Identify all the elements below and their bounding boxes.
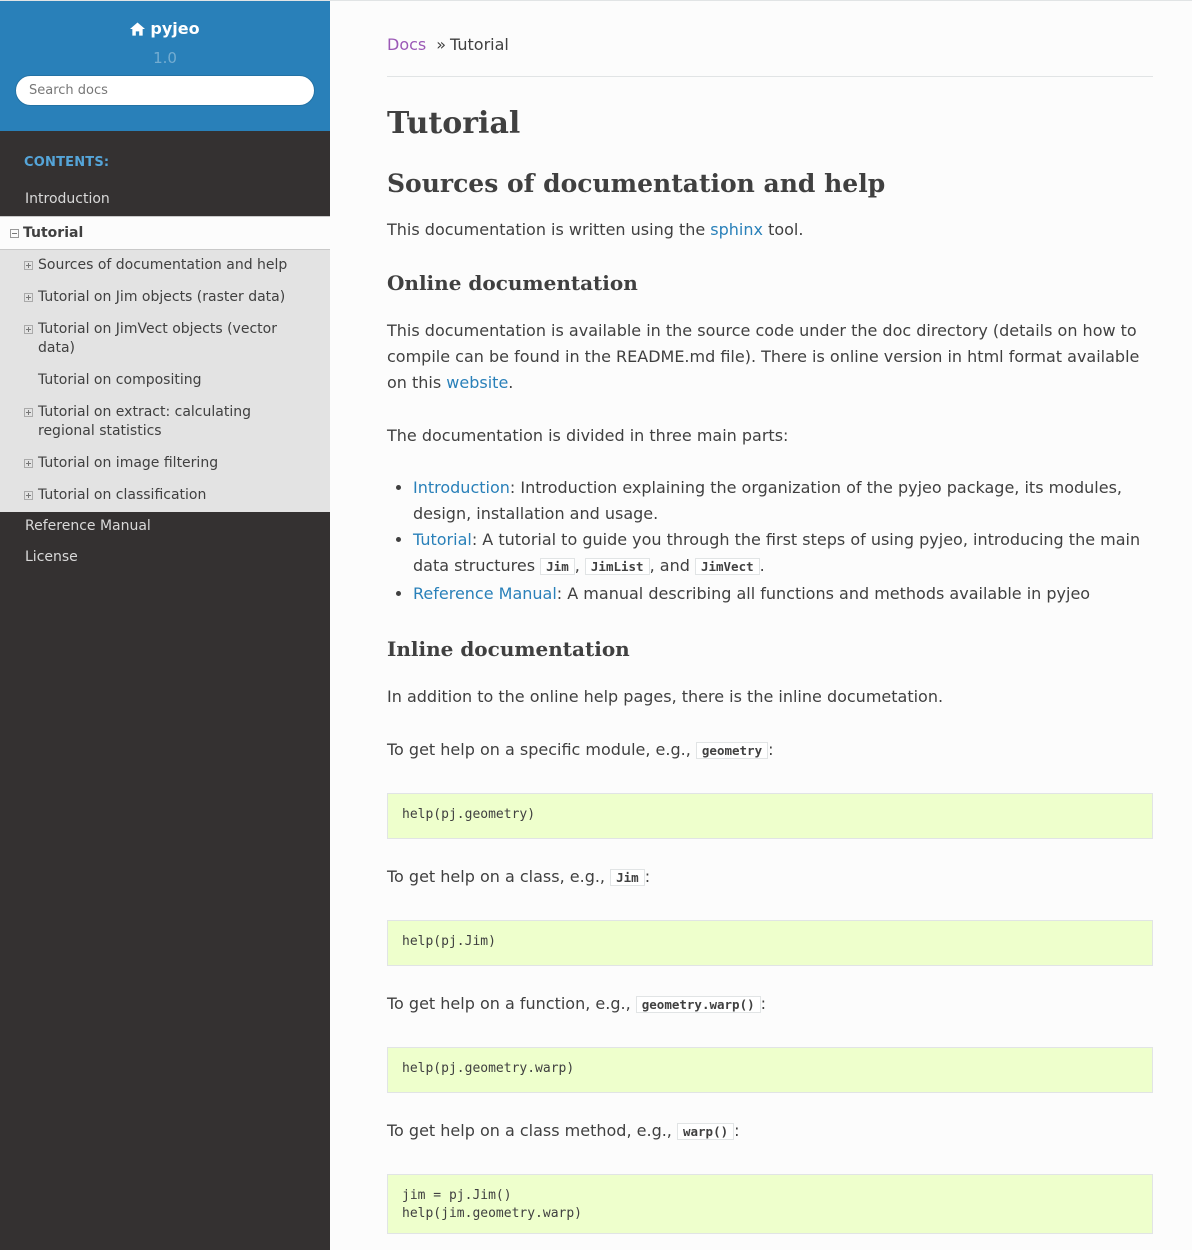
- code-block: help(pj.Jim): [387, 920, 1153, 966]
- sidebar-subitem-label: Tutorial on classification: [38, 487, 207, 503]
- introduction-link[interactable]: Introduction: [413, 478, 510, 497]
- tutorial-link[interactable]: Tutorial: [413, 530, 472, 549]
- expand-icon[interactable]: [24, 408, 33, 417]
- inline-doc-heading: Inline documentation: [387, 637, 630, 661]
- inline-code: Jim: [540, 558, 575, 575]
- sidebar-subitem-compositing[interactable]: Tutorial on compositing: [0, 365, 330, 397]
- sidebar-item-license[interactable]: License: [0, 543, 330, 574]
- breadcrumb-separator: »: [436, 35, 447, 54]
- sidebar-current-section: Tutorial Sources of documentation and he…: [0, 216, 330, 512]
- sidebar: pyjeo 1.0 CONTENTS: Introduction Tutoria…: [0, 0, 330, 1250]
- website-link[interactable]: website: [446, 373, 508, 392]
- inline-code: geometry: [695, 742, 769, 759]
- sidebar-subitem-filtering[interactable]: Tutorial on image filtering: [0, 448, 330, 480]
- expand-icon[interactable]: [24, 491, 33, 500]
- inline-code: JimVect: [694, 558, 760, 575]
- breadcrumb: Docs » Tutorial: [387, 34, 1153, 77]
- list-item: Tutorial: A tutorial to guide you throug…: [413, 527, 1153, 580]
- inline-code: warp(): [676, 1123, 735, 1140]
- breadcrumb-docs-link[interactable]: Docs: [387, 35, 426, 54]
- sidebar-item-introduction[interactable]: Introduction: [0, 182, 330, 216]
- code-block: jim = pj.Jim() help(jim.geometry.warp): [387, 1174, 1153, 1234]
- sidebar-subitem-label: Sources of documentation and help: [38, 257, 288, 273]
- doc-parts-list: Introduction: Introduction explaining th…: [387, 475, 1153, 607]
- sphinx-link[interactable]: sphinx: [710, 220, 763, 239]
- parts-intro-paragraph: The documentation is divided in three ma…: [387, 426, 789, 445]
- method-help-paragraph: To get help on a class method, e.g., war…: [387, 1121, 740, 1140]
- expand-icon[interactable]: [24, 325, 33, 334]
- sidebar-item-reference-manual[interactable]: Reference Manual: [0, 512, 330, 543]
- online-doc-heading: Online documentation: [387, 271, 638, 295]
- inline-code: JimList: [584, 558, 650, 575]
- sidebar-item-tutorial[interactable]: Tutorial: [0, 216, 330, 250]
- inline-code: geometry.warp(): [635, 996, 761, 1013]
- expand-icon[interactable]: [24, 459, 33, 468]
- project-home-link[interactable]: pyjeo: [130, 17, 200, 41]
- version-label: 1.0: [153, 49, 177, 67]
- inline-doc-paragraph: In addition to the online help pages, th…: [387, 687, 944, 706]
- inline-code: Jim: [610, 869, 645, 886]
- function-help-paragraph: To get help on a function, e.g., geometr…: [387, 994, 767, 1013]
- home-icon: [130, 22, 146, 36]
- main-content: Docs» Tutorial Tutorial Sources of docume…: [330, 0, 1192, 1250]
- page-title: Tutorial: [387, 106, 521, 141]
- breadcrumb-current: Tutorial: [450, 35, 509, 54]
- list-item: Introduction: Introduction explaining th…: [413, 475, 1153, 527]
- expand-icon[interactable]: [24, 261, 33, 270]
- expand-icon[interactable]: [24, 293, 33, 302]
- search-input[interactable]: [15, 75, 315, 106]
- sidebar-subitem-label: Tutorial on compositing: [38, 372, 202, 388]
- code-block: help(pj.geometry): [387, 793, 1153, 839]
- project-name: pyjeo: [150, 19, 200, 38]
- sidebar-item-label: Tutorial: [23, 225, 84, 241]
- sidebar-subitem-label: Tutorial on Jim objects (raster data): [38, 289, 286, 305]
- sidebar-subitem-classification[interactable]: Tutorial on classification: [0, 480, 330, 512]
- intro-paragraph: This documentation is written using the …: [387, 220, 804, 239]
- sidebar-subitem-jimvect[interactable]: Tutorial on JimVect objects (vector data…: [0, 314, 330, 365]
- sidebar-subitem-jim[interactable]: Tutorial on Jim objects (raster data): [0, 282, 330, 314]
- collapse-icon[interactable]: [10, 228, 19, 238]
- online-doc-paragraph: This documentation is available in the s…: [387, 321, 1140, 392]
- sidebar-subitem-sources[interactable]: Sources of documentation and help: [0, 250, 330, 282]
- code-block: help(pj.geometry.warp): [387, 1047, 1153, 1093]
- reference-manual-link[interactable]: Reference Manual: [413, 584, 557, 603]
- sidebar-subitem-label: Tutorial on extract: calculating regiona…: [38, 404, 251, 439]
- section-title: Sources of documentation and help: [387, 169, 886, 198]
- sidebar-subitem-label: Tutorial on JimVect objects (vector data…: [38, 321, 277, 356]
- toc-caption: CONTENTS:: [24, 155, 110, 170]
- module-help-paragraph: To get help on a specific module, e.g., …: [387, 740, 774, 759]
- class-help-paragraph: To get help on a class, e.g., Jim:: [387, 867, 651, 886]
- sidebar-subitem-extract[interactable]: Tutorial on extract: calculating regiona…: [0, 397, 330, 448]
- list-item: Reference Manual: A manual describing al…: [413, 581, 1153, 607]
- sidebar-header: pyjeo 1.0: [0, 1, 330, 131]
- sidebar-subitem-label: Tutorial on image filtering: [38, 455, 219, 471]
